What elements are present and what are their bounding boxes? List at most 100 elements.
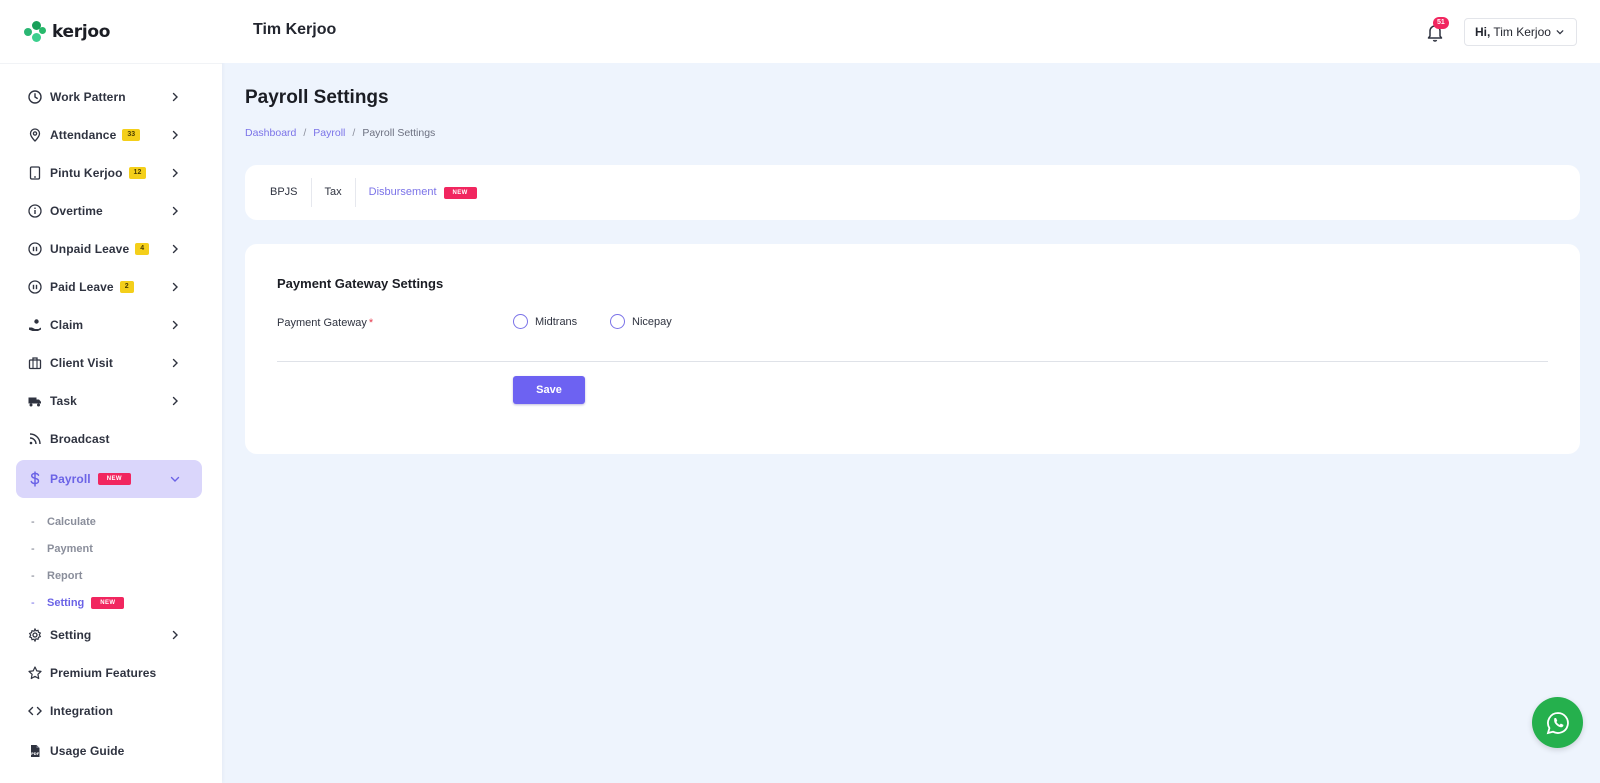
sidebar-item-label: Overtime [50,204,103,218]
settings-tabs: BPJS Tax Disbursement NEW [245,165,1580,220]
sidebar-item-claim[interactable]: Claim [16,306,202,344]
tab-label: Disbursement [368,186,437,198]
sidebar-subitem-calculate[interactable]: - Calculate [16,508,202,535]
kerjoo-logo-icon [24,21,48,43]
subitem-label: Calculate [47,515,96,528]
chevron-right-icon [172,206,178,216]
svg-text:PDF: PDF [31,752,40,756]
required-asterisk: * [368,317,374,329]
breadcrumb-dashboard[interactable]: Dashboard [245,127,296,139]
sidebar-item-client-visit[interactable]: Client Visit [16,344,202,382]
user-name: Tim Kerjoo [1493,25,1551,39]
subitem-label: Setting [47,596,85,609]
sidebar-item-label: Integration [50,704,114,718]
new-badge: NEW [443,186,477,199]
pause-circle-icon [28,242,42,256]
pdf-file-icon: PDF [28,744,42,758]
form-divider [277,361,1548,362]
breadcrumb-payroll[interactable]: Payroll [313,127,345,139]
sidebar-item-label: Task [50,394,77,408]
clock-icon [28,90,42,104]
count-badge: 33 [122,129,141,141]
tab-tax[interactable]: Tax [325,178,356,207]
sidebar-item-task[interactable]: Task [16,382,202,420]
star-icon [28,666,42,680]
sidebar-item-usage-guide[interactable]: PDF Usage Guide [16,732,202,770]
sidebar-item-label: Work Pattern [50,90,126,104]
section-title: Payment Gateway Settings [277,276,444,291]
breadcrumb-current: Payroll Settings [362,127,436,139]
sidebar: kerjoo Work Pattern Attendance 33 Pintu … [0,0,222,783]
sidebar-subitem-setting[interactable]: - Setting NEW [16,589,202,616]
chevron-right-icon [172,282,178,292]
whatsapp-chat-button[interactable] [1532,697,1583,748]
count-badge: 12 [128,167,147,179]
page-title: Payroll Settings [245,87,389,108]
payment-gateway-card: Payment Gateway Settings Payment Gateway… [245,244,1580,454]
chevron-down-icon [170,476,180,482]
save-button[interactable]: Save [513,376,585,404]
sidebar-item-label: Claim [50,318,84,332]
tablet-icon [28,166,42,180]
truck-icon [28,394,42,408]
sidebar-item-broadcast[interactable]: Broadcast [16,420,202,458]
sidebar-item-unpaid-leave[interactable]: Unpaid Leave 4 [16,230,202,268]
rss-icon [28,432,42,446]
subitem-label: Report [47,569,83,582]
chevron-right-icon [172,130,178,140]
chevron-right-icon [172,630,178,640]
sidebar-item-overtime[interactable]: Overtime [16,192,202,230]
sidebar-item-label: Pintu Kerjoo [50,166,123,180]
sidebar-divider [0,63,222,64]
sidebar-item-label: Premium Features [50,666,157,680]
sidebar-item-label: Client Visit [50,356,113,370]
chevron-right-icon [172,358,178,368]
greeting-text: Hi, [1475,25,1491,39]
chevron-down-icon [1556,30,1564,35]
sidebar-item-label: Setting [50,628,92,642]
sidebar-item-label: Paid Leave [50,280,114,294]
sidebar-item-payroll[interactable]: Payroll NEW [16,460,202,498]
sidebar-subitem-report[interactable]: - Report [16,562,202,589]
kerjoo-logo[interactable]: kerjoo [24,20,110,44]
sidebar-item-pintu-kerjoo[interactable]: Pintu Kerjoo 12 [16,154,202,192]
radio-label: Nicepay [632,315,672,328]
briefcase-icon [28,356,42,370]
sidebar-subitem-payment[interactable]: - Payment [16,535,202,562]
sidebar-item-label: Attendance [50,128,117,142]
top-header: Tim Kerjoo 51 Hi, Tim Kerjoo [222,0,1600,63]
sidebar-item-integration[interactable]: Integration [16,692,202,730]
breadcrumb: Dashboard / Payroll / Payroll Settings [245,127,435,139]
radio-label: Midtrans [535,315,578,328]
notification-count-badge: 51 [1433,17,1449,29]
sidebar-nav: Work Pattern Attendance 33 Pintu Kerjoo … [16,78,202,770]
sidebar-item-attendance[interactable]: Attendance 33 [16,116,202,154]
sidebar-item-work-pattern[interactable]: Work Pattern [16,78,202,116]
chevron-right-icon [172,244,178,254]
sidebar-item-label: Broadcast [50,432,110,446]
gear-icon [28,628,42,642]
new-badge: NEW [97,473,131,485]
pause-circle-icon [28,280,42,294]
radio-nicepay[interactable]: Nicepay [610,314,672,329]
radio-circle[interactable] [513,314,528,329]
radio-midtrans[interactable]: Midtrans [513,314,577,329]
tab-bpjs[interactable]: BPJS [270,178,312,207]
payment-gateway-label: Payment Gateway * [277,317,374,329]
chevron-right-icon [172,168,178,178]
info-icon [28,204,42,218]
sidebar-item-paid-leave[interactable]: Paid Leave 2 [16,268,202,306]
hand-coin-icon [28,318,42,332]
sidebar-item-label: Usage Guide [50,744,125,758]
sidebar-item-setting[interactable]: Setting [16,616,202,654]
sidebar-item-premium-features[interactable]: Premium Features [16,654,202,692]
tab-disbursement[interactable]: Disbursement NEW [369,178,490,207]
user-menu-button[interactable]: Hi, Tim Kerjoo [1464,18,1577,46]
location-pin-icon [28,128,42,142]
radio-circle[interactable] [610,314,625,329]
count-badge: 2 [119,281,134,293]
logo-text: kerjoo [52,22,111,42]
subitem-label: Payment [47,542,93,555]
count-badge: 4 [135,243,150,255]
sidebar-item-label: Payroll [50,472,91,486]
